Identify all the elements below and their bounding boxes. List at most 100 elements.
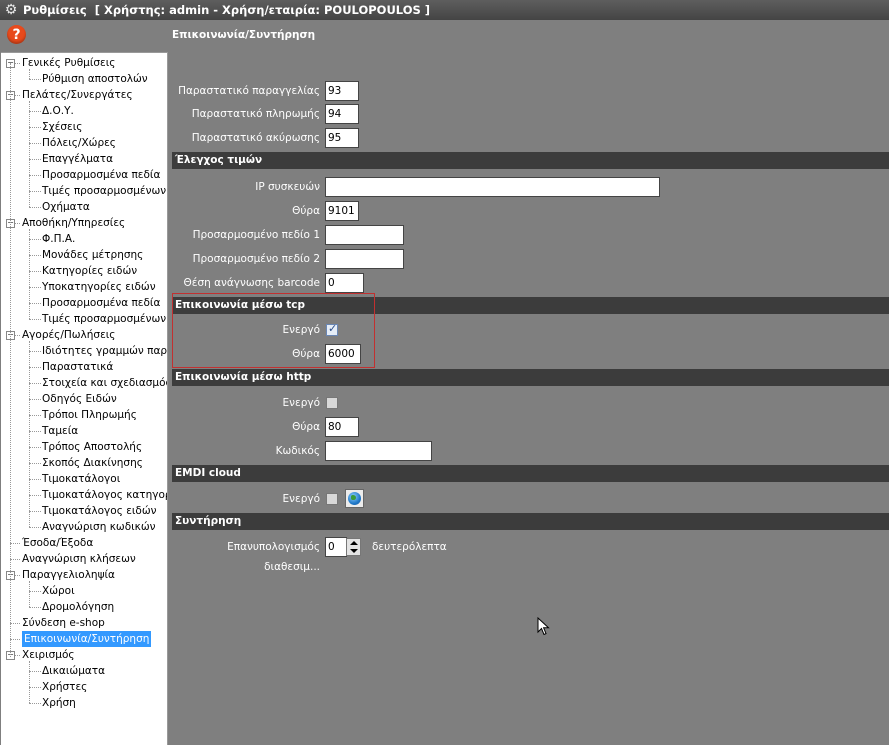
tree-branch-line: [29, 581, 30, 607]
tree-item[interactable]: Ταμεία: [42, 423, 78, 439]
tree-item[interactable]: Τιμοκατάλογοι: [42, 471, 120, 487]
tree-connector: [29, 143, 41, 144]
tree-item[interactable]: Υποκατηγορίες ειδών: [42, 279, 156, 295]
tree-connector: [29, 527, 41, 528]
tree-item[interactable]: Χώροι: [42, 583, 75, 599]
ip-input[interactable]: [325, 177, 660, 197]
tree-item[interactable]: Στοιχεία και σχεδιασμός π: [42, 375, 167, 391]
http-code-input[interactable]: [325, 441, 432, 461]
tree-item[interactable]: Σκοπός Διακίνησης: [42, 455, 143, 471]
tree-item[interactable]: Αναγνώριση κλήσεων: [22, 551, 136, 567]
order-doc-label: Παραστατικό παραγγελίας: [178, 85, 320, 97]
tree-connector: [29, 255, 41, 256]
tree-item[interactable]: Πόλεις/Χώρες: [42, 135, 116, 151]
http-port-input[interactable]: 80: [325, 417, 359, 437]
tree-item[interactable]: Μονάδες μέτρησης: [42, 247, 143, 263]
http-port-label: Θύρα: [292, 421, 320, 433]
tree-item[interactable]: Δρομολόγηση: [42, 599, 114, 615]
tree-item[interactable]: Χρήστες: [42, 679, 87, 695]
tree-item[interactable]: Κατηγορίες ειδών: [42, 263, 137, 279]
tree-connector: [29, 351, 41, 352]
tree-connector: [29, 303, 41, 304]
tree-item[interactable]: Τιμοκατάλογος ειδών: [42, 503, 157, 519]
tree-item[interactable]: Έσοδα/Έξοδα: [22, 535, 93, 551]
cancel-doc-input[interactable]: 95: [325, 128, 359, 148]
tree-item[interactable]: Σύνδεση e-shop: [22, 615, 105, 631]
tree-connector: [29, 367, 41, 368]
tree-item[interactable]: Οδηγός Ειδών: [42, 391, 117, 407]
tree-item[interactable]: Αναγνώριση κωδικών: [42, 519, 156, 535]
page-title: Επικοινωνία/Συντήρηση: [172, 29, 316, 41]
tree-connector: [29, 687, 41, 688]
recalc-input[interactable]: 0: [325, 537, 347, 557]
tree-item[interactable]: Ρύθμιση αποστολών: [42, 71, 148, 87]
payment-doc-input[interactable]: 94: [325, 104, 359, 124]
tree-item[interactable]: Αγορές/Πωλήσεις: [22, 327, 115, 343]
tree-item[interactable]: Σχέσεις: [42, 119, 82, 135]
custom2-input[interactable]: [325, 249, 404, 269]
tree-item[interactable]: Προσαρμοσμένα πεδία: [42, 167, 160, 183]
tree-branch-line: [29, 661, 30, 703]
tree-item[interactable]: Επαγγέλματα: [42, 151, 113, 167]
chevron-down-icon[interactable]: [350, 549, 358, 553]
tree-item[interactable]: Προσαρμοσμένα πεδία: [42, 295, 160, 311]
globe-icon[interactable]: [345, 489, 364, 508]
tree-connector: [29, 447, 41, 448]
tree-connector: [29, 79, 41, 80]
recalc-unit: δευτερόλεπτα: [372, 541, 447, 553]
tree-connector: [29, 191, 41, 192]
window-title: Ρυθμίσεις: [23, 3, 87, 17]
tree-connector: [10, 623, 20, 624]
help-icon[interactable]: ?: [7, 25, 26, 44]
http-active-label: Ενεργό: [282, 397, 320, 409]
tree-connector: [29, 607, 41, 608]
order-doc-input[interactable]: 93: [325, 81, 359, 101]
tree-item[interactable]: Δ.Ο.Υ.: [42, 103, 74, 119]
custom1-label: Προσαρμοσμένο πεδίο 1: [192, 229, 320, 241]
tree-connector: [10, 559, 20, 560]
http-code-label: Κωδικός: [275, 445, 320, 457]
barcode-pos-input[interactable]: 0: [325, 273, 364, 293]
tree-branch-line: [29, 101, 30, 207]
tree-item[interactable]: Τιμές προσαρμοσμένων π: [42, 183, 167, 199]
ip-label: IP συσκευών: [255, 181, 320, 193]
tree-item[interactable]: Χρήση: [42, 695, 76, 711]
custom1-input[interactable]: [325, 225, 404, 245]
tree-connector: [29, 591, 41, 592]
tree-item[interactable]: Αποθήκη/Υπηρεσίες: [22, 215, 125, 231]
barcode-pos-label: Θέση ανάγνωσης barcode: [183, 277, 321, 289]
chevron-up-icon[interactable]: [350, 541, 358, 545]
port-input[interactable]: 9101: [325, 201, 359, 221]
tree-connector: [10, 639, 20, 640]
title-bar: ⚙ Ρυθμίσεις [ Χρήστης: admin - Χρήση/ετα…: [0, 0, 889, 20]
tree-connector: [29, 319, 41, 320]
tree-item[interactable]: Τρόπος Αποστολής: [42, 439, 142, 455]
tree-connector: [29, 111, 41, 112]
tree-item[interactable]: Πελάτες/Συνεργάτες: [22, 87, 133, 103]
emdi-active-label: Ενεργό: [282, 493, 320, 505]
tree-connector: [29, 159, 41, 160]
tree-connector: [29, 383, 41, 384]
tree-item[interactable]: Γενικές Ρυθμίσεις: [22, 55, 115, 71]
tree-connector: [29, 671, 41, 672]
tree-item[interactable]: Φ.Π.Α.: [42, 231, 75, 247]
tree-item[interactable]: Παραγγελιοληψία: [22, 567, 115, 583]
tree-item[interactable]: Τιμές προσαρμοσμένων π: [42, 311, 167, 327]
tree-item[interactable]: Τρόποι Πληρωμής: [42, 407, 137, 423]
tree-item[interactable]: Επικοινωνία/Συντήρηση: [22, 631, 152, 647]
tree-item[interactable]: Οχήματα: [42, 199, 90, 215]
tree-connector: [10, 543, 20, 544]
tree-item[interactable]: Ιδιότητες γραμμών παρασ: [42, 343, 167, 359]
recalc-stepper[interactable]: [346, 538, 361, 556]
settings-tree[interactable]: − Γενικές Ρυθμίσεις Ρύθμιση αποστολών − Πελά…: [1, 52, 168, 745]
tree-item[interactable]: Παραστατικά: [42, 359, 113, 375]
http-active-checkbox[interactable]: [326, 397, 338, 409]
emdi-active-checkbox[interactable]: [326, 493, 338, 505]
tree-connector: [29, 239, 41, 240]
tree-branch-line: [29, 229, 30, 319]
tree-item[interactable]: Τιμοκατάλογος κατηγοριώ: [42, 487, 167, 503]
tree-connector: [29, 511, 41, 512]
tree-item[interactable]: Δικαιώματα: [42, 663, 105, 679]
tree-connector: [29, 287, 41, 288]
tree-connector: [29, 175, 41, 176]
